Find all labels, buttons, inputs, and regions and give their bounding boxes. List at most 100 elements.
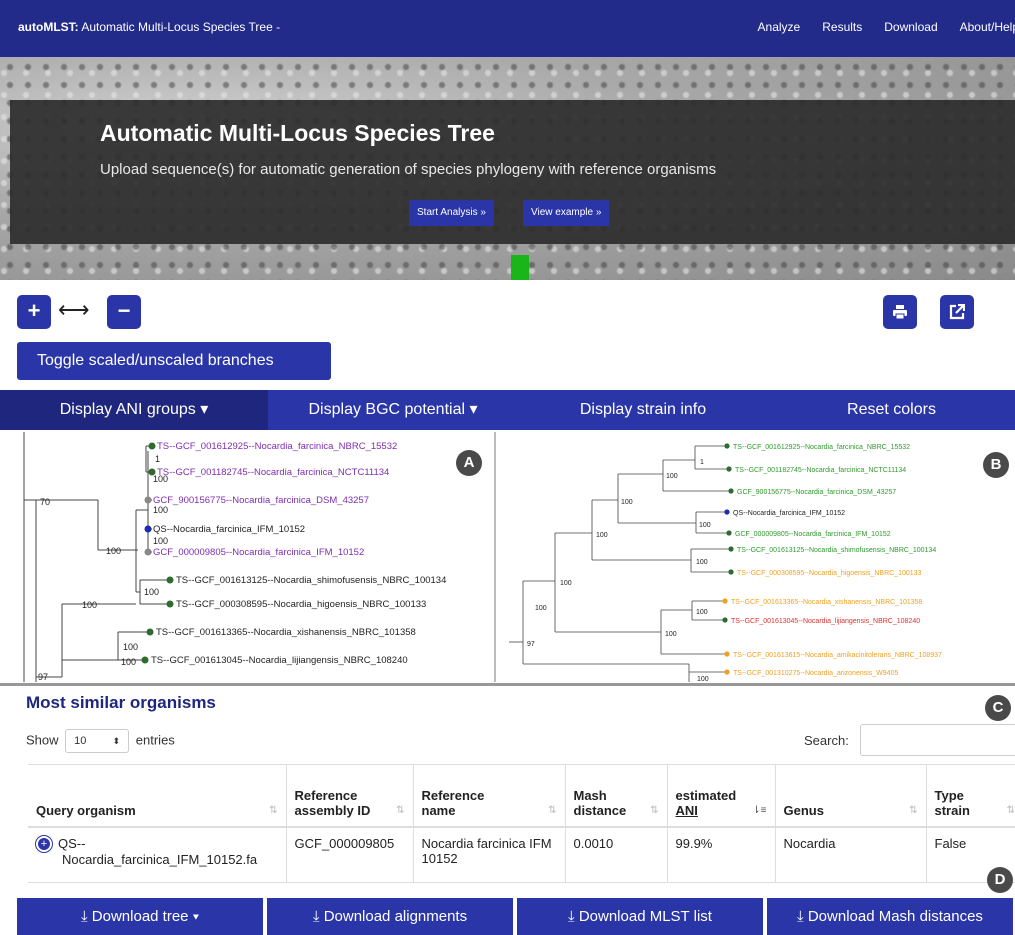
svg-text:100: 100 [621,499,633,506]
sort-desc-icon: ⇂≡ [752,804,767,816]
column-header-type-strain[interactable]: Type strain ⇅ [925,764,1015,828]
cell-assembly-id: GCF_000009805 [285,826,413,883]
toggle-branches-button[interactable]: Toggle scaled/unscaled branches [17,342,331,380]
tree-a-leaf: TS--GCF_001613125--Nocardia_shimofusensi… [176,575,446,586]
svg-text:1: 1 [155,454,160,464]
svg-text:100: 100 [535,605,547,612]
tree-a-leaf: GCF_900156775--Nocardia_farcinica_DSM_43… [153,495,369,506]
svg-text:100: 100 [699,522,711,529]
tree-a-leaf: GCF_000009805--Nocardia_farcinica_IFM_10… [153,547,364,558]
panel-label-d: D [987,867,1013,893]
tree-a-leaf: QS--Nocardia_farcinica_IFM_10152 [153,524,305,535]
nav-download-link[interactable]: Download [884,20,937,34]
page: autoMLST: Automatic Multi-Locus Species … [0,0,1015,935]
svg-text:100: 100 [123,642,138,652]
tree-node [148,442,156,450]
svg-text:100: 100 [153,474,168,484]
jumbotron: Automatic Multi-Locus Species Tree Uploa… [10,100,1015,244]
download-alignments-button[interactable]: ⤓ Download alignments [267,898,513,935]
nav-about-link[interactable]: About/Help [960,20,1015,34]
tree-b-leaf: TS--GCF_001612925--Nocardia_farcinica_NB… [733,444,910,451]
section-divider [0,683,1015,686]
download-mlst-list-button[interactable]: ⤓ Download MLST list [517,898,763,935]
column-header-reference-name[interactable]: Reference name ⇅ [412,764,565,828]
nav-analyze-link[interactable]: Analyze [758,20,801,34]
download-bar: ⤓ Download tree ▾ ⤓ Download alignments … [17,898,1015,935]
svg-text:100: 100 [82,600,97,610]
column-header-assembly-id[interactable]: Reference assembly ID ⇅ [285,764,413,828]
entries-select[interactable]: 10 ⬍ [65,729,130,753]
tree-a-leaf: TS--GCF_001612925--Nocardia_farcinica_NB… [157,441,397,452]
column-header-estimated-ani[interactable]: estimated ANI ⇂≡ [666,764,775,828]
panel-label-c: C [985,695,1011,721]
panel-label-b: B [983,452,1009,478]
hero-title: Automatic Multi-Locus Species Tree [100,120,495,146]
svg-text:100: 100 [665,631,677,638]
cell-query-organism: + QS-- Nocardia_farcinica_IFM_10152.fa [28,826,286,883]
brand[interactable]: autoMLST: Automatic Multi-Locus Species … [18,20,280,34]
tree-a-leaf: TS--GCF_001182745--Nocardia_farcinica_NC… [157,467,389,478]
nav-results-link[interactable]: Results [822,20,862,34]
display-strain-info-button[interactable]: Display strain info [518,390,768,430]
svg-text:100: 100 [153,505,168,515]
search-label: Search: [804,733,849,748]
tree-b-leaf: GCF_000009805--Nocardia_farcinica_IFM_10… [735,531,891,538]
brand-tagline: Automatic Multi-Locus Species Tree - [78,20,281,34]
svg-text:100: 100 [696,559,708,566]
show-label: Show [26,732,59,748]
reset-colors-button[interactable]: Reset colors [768,390,1015,430]
navbar: autoMLST: Automatic Multi-Locus Species … [0,0,1015,57]
column-header-mash-distance[interactable]: Mash distance ⇅ [564,764,667,828]
tree-b-leaf: TS--GCF_001613365--Nocardia_xishanensis_… [731,599,923,606]
zoom-in-button[interactable]: + [17,295,51,329]
svg-text:70: 70 [40,497,50,507]
svg-text:97: 97 [38,672,48,682]
zoom-out-button[interactable]: − [107,295,141,329]
similar-organisms-title: Most similar organisms [26,693,216,712]
hero-banner: Automatic Multi-Locus Species Tree Uploa… [0,57,1015,280]
svg-text:100: 100 [106,546,121,556]
svg-text:100: 100 [153,536,168,546]
open-external-button[interactable] [940,295,974,329]
column-header-query-organism[interactable]: Query organism ⇅ [28,764,286,828]
svg-text:100: 100 [144,587,159,597]
tree-b-leaf: GCF_900156775--Nocardia_farcinica_DSM_43… [737,489,896,496]
expand-row-icon[interactable]: + [36,836,52,853]
nav-links: Analyze Results Download About/Help [758,20,1015,34]
display-bgc-potential-dropdown[interactable]: Display BGC potential ▾ [268,390,518,430]
print-icon [893,305,907,320]
sort-icon: ⇅ [1006,804,1015,816]
tree-b-leaf: TS--GCF_000308595--Nocardia_higoensis_NB… [737,570,922,577]
svg-text:100: 100 [697,676,709,682]
sort-icon: ⇅ [909,804,918,816]
start-analysis-button[interactable]: Start Analysis » [409,200,494,226]
table-row[interactable]: + QS-- Nocardia_farcinica_IFM_10152.fa GCF… [28,826,1015,883]
tree-a-leaf: TS--GCF_001613045--Nocardia_lijiangensis… [151,655,408,666]
svg-text:1: 1 [700,459,704,466]
tree-b-leaf: TS--GCF_001613045--Nocardia_lijiangensis… [731,618,920,625]
search-input[interactable] [860,724,1015,756]
species-tree-unscaled[interactable]: TS--GCF_001612925--Nocardia_farcinica_NB… [0,432,496,682]
download-tree-dropdown[interactable]: ⤓ Download tree ▾ [17,898,263,935]
tree-b-leaf: TS--GCF_001182745--Nocardia_farcinica_NC… [735,467,906,474]
external-link-icon [949,303,966,320]
tree-b-leaf: QS--Nocardia_farcinica_IFM_10152 [733,510,845,517]
tree-b-leaf: TS--GCF_001613125--Nocardia_shimofusensi… [737,547,936,554]
download-mash-distances-button[interactable]: ⤓ Download Mash distances [767,898,1013,935]
svg-text:100: 100 [560,580,572,587]
tree-a-leaf: TS--GCF_001613365--Nocardia_xishanensis_… [156,627,416,638]
sort-icon: ⇅ [269,804,278,816]
cell-reference-name: Nocardia farcinica IFM 10152 [412,826,565,883]
select-caret-icon: ⬍ [112,736,121,746]
svg-text:100: 100 [696,609,708,616]
sort-icon: ⇅ [548,804,557,816]
entries-control: Show 10 ⬍ entries [26,729,175,753]
species-tree-scaled[interactable]: TS--GCF_001612925--Nocardia_farcinica_NB… [499,432,1015,682]
view-example-button[interactable]: View example » [523,200,610,226]
green-arrow-shaft [511,255,529,280]
column-header-genus[interactable]: Genus ⇅ [774,764,926,828]
print-button[interactable] [883,295,917,329]
display-ani-groups-dropdown[interactable]: Display ANI groups ▾ [0,390,268,430]
display-options-bar: Display ANI groups ▾ Display BGC potenti… [0,390,1015,430]
entries-select-value: 10 [74,735,87,747]
